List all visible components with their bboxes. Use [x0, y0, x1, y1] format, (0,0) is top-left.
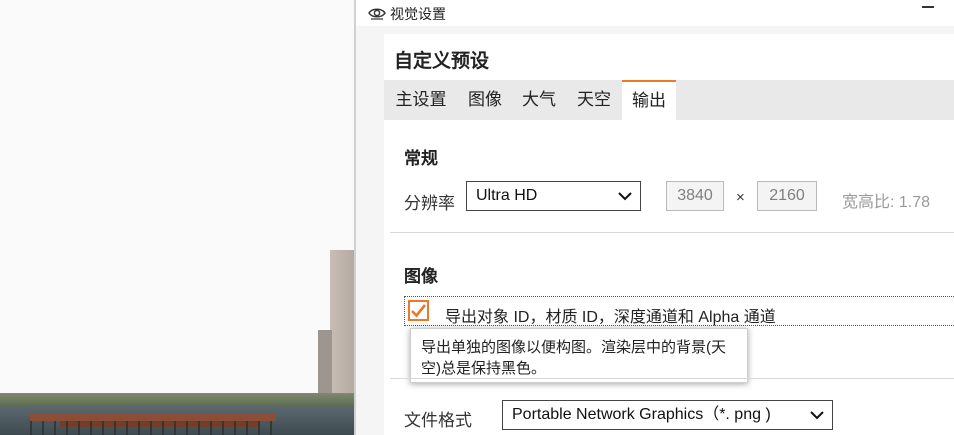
tab-bar: 主设置 图像 大气 天空 输出	[384, 80, 954, 120]
file-format-select[interactable]: Portable Network Graphics（*. png )	[502, 400, 833, 430]
tab-output[interactable]: 输出	[622, 80, 676, 120]
file-format-label: 文件格式	[404, 411, 472, 430]
eye-icon	[368, 8, 386, 20]
aspect-ratio-text: 宽高比: 1.78	[842, 194, 931, 211]
viewport-pier	[30, 413, 276, 421]
tab-image[interactable]: 图像	[458, 80, 512, 120]
export-ids-row[interactable]: 导出对象 ID，材质 ID，深度通道和 Alpha 通道	[404, 296, 954, 326]
chevron-down-icon	[618, 192, 632, 201]
panel-titlebar: 视觉设置	[356, 0, 954, 26]
3d-viewport[interactable]	[0, 0, 354, 435]
section-divider-2	[390, 378, 954, 379]
file-format-value: Portable Network Graphics（*. png )	[512, 406, 771, 423]
viewport-building	[330, 250, 354, 412]
export-ids-checkbox[interactable]	[408, 300, 429, 321]
tab-sky[interactable]: 天空	[566, 80, 622, 120]
export-ids-label: 导出对象 ID，材质 ID，深度通道和 Alpha 通道	[445, 309, 776, 326]
times-sign: ×	[736, 189, 745, 206]
viewport-pier-posts	[30, 421, 276, 435]
tab-main-settings[interactable]: 主设置	[384, 80, 458, 120]
minimize-button[interactable]	[922, 6, 934, 8]
width-input[interactable]: 3840	[666, 181, 724, 211]
section-divider	[390, 232, 954, 233]
visual-settings-panel: 视觉设置 自定义预设 主设置 图像 大气 天空 输出 常规 分辨率 Ultra …	[354, 0, 954, 435]
resolution-select[interactable]: Ultra HD	[466, 181, 641, 211]
panel-title: 视觉设置	[390, 6, 446, 22]
preset-heading: 自定义预设	[394, 51, 490, 72]
export-ids-tooltip: 导出单独的图像以便构图。渲染层中的背景(天空)总是保持黑色。	[410, 328, 748, 383]
resolution-value: Ultra HD	[476, 187, 538, 204]
tab-atmosphere[interactable]: 大气	[512, 80, 566, 120]
section-general-title: 常规	[404, 149, 438, 168]
height-input[interactable]: 2160	[757, 181, 817, 211]
settings-content: 自定义预设 主设置 图像 大气 天空 输出 常规 分辨率 Ultra HD 38…	[384, 34, 954, 435]
resolution-label: 分辨率	[404, 194, 455, 213]
checkmark-icon	[411, 304, 427, 318]
section-image-title: 图像	[404, 267, 438, 286]
chevron-down-icon	[810, 411, 824, 420]
